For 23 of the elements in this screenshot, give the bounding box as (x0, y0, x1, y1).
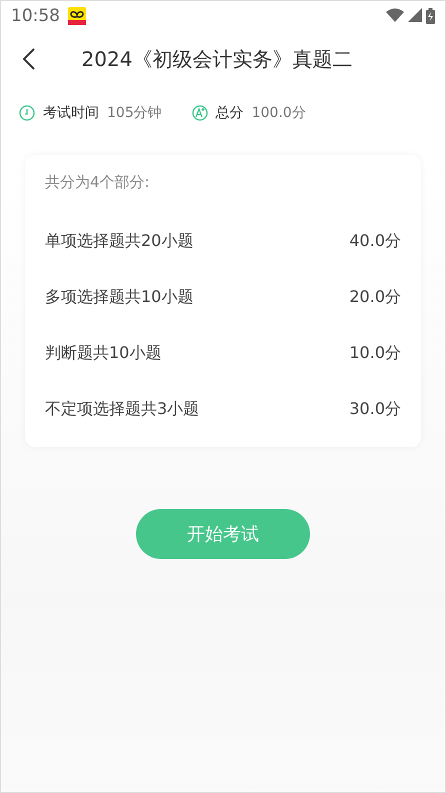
back-icon (23, 48, 35, 70)
status-time: 10:58 (11, 6, 60, 26)
grade-icon (192, 105, 208, 121)
section-score: 10.0分 (349, 342, 401, 364)
section-name: 判断题共10小题 (45, 342, 162, 364)
battery-icon (426, 8, 435, 24)
sections-summary: 共分为4个部分: (45, 173, 151, 193)
start-exam-button[interactable]: 开始考试 (136, 509, 310, 559)
section-name: 多项选择题共10小题 (45, 286, 194, 308)
section-name: 不定项选择题共3小题 (45, 398, 200, 420)
signal-icon (408, 8, 422, 22)
info-value: 105分钟 (107, 104, 162, 122)
section-score: 20.0分 (349, 286, 401, 308)
wifi-icon (386, 8, 404, 22)
info-label: 考试时间 (43, 104, 99, 122)
info-label: 总分 (216, 104, 244, 122)
section-score: 40.0分 (349, 230, 401, 252)
clock-icon (19, 105, 35, 121)
section-name: 单项选择题共20小题 (45, 230, 194, 252)
page-title: 2024《初级会计实务》真题二 (80, 46, 354, 72)
app-notification-icon (68, 7, 86, 25)
info-value: 100.0分 (252, 104, 306, 122)
section-score: 30.0分 (349, 398, 401, 420)
